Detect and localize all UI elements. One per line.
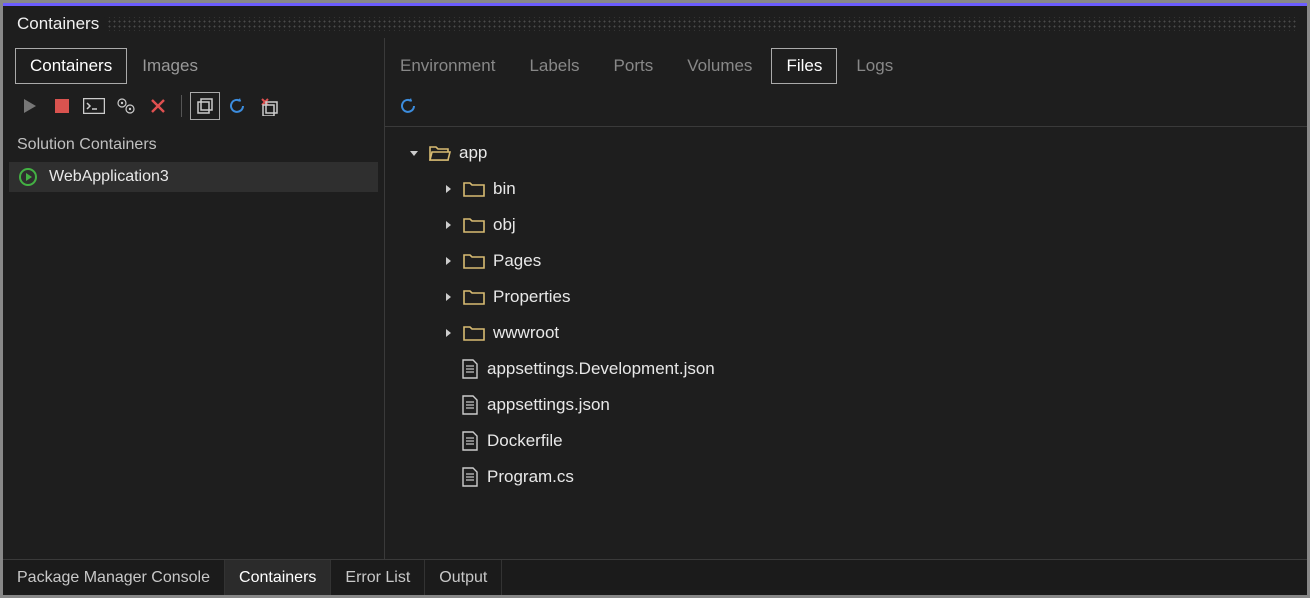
chevron-right-icon[interactable] [441,218,455,232]
tree-file-program-cs[interactable]: Program.cs [389,459,1303,495]
file-icon [461,359,479,379]
tree-label: app [459,143,487,163]
tab-labels[interactable]: Labels [514,48,594,84]
left-subtabs: Containers Images [3,38,384,88]
left-toolbar [3,88,384,126]
refresh-icon [398,96,418,116]
tab-volumes[interactable]: Volumes [672,48,767,84]
bottom-output-tabs: Package Manager Console Containers Error… [3,559,1307,595]
tree-label: Properties [493,287,570,307]
grip-dots[interactable] [107,17,1297,31]
files-toolbar [385,88,1307,126]
chevron-right-icon[interactable] [441,254,455,268]
container-item-label: WebApplication3 [49,168,169,186]
prune-button[interactable] [254,92,284,120]
stop-button[interactable] [47,92,77,120]
chevron-down-icon[interactable] [407,146,421,160]
tab-files[interactable]: Files [771,48,837,84]
tree-file-appsettings-dev[interactable]: appsettings.Development.json [389,351,1303,387]
play-icon [24,99,36,113]
tree-folder-bin[interactable]: bin [389,171,1303,207]
toolbar-separator [181,95,182,117]
bottom-tab-errorlist[interactable]: Error List [331,560,425,595]
bottom-tab-output[interactable]: Output [425,560,502,595]
file-tree[interactable]: app bin obj [385,126,1307,559]
folder-icon [463,324,485,342]
container-list: WebApplication3 [3,162,384,192]
chevron-right-icon[interactable] [441,326,455,340]
chevron-right-icon[interactable] [441,290,455,304]
tree-label: obj [493,215,516,235]
folder-icon [463,216,485,234]
tree-folder-obj[interactable]: obj [389,207,1303,243]
tree-label: Dockerfile [487,431,563,451]
tab-ports[interactable]: Ports [599,48,669,84]
panel-title: Containers [17,14,99,34]
refresh-button[interactable] [222,92,252,120]
tree-folder-wwwroot[interactable]: wwwroot [389,315,1303,351]
terminal-icon [83,98,105,114]
containers-right-column: Environment Labels Ports Volumes Files L… [385,38,1307,559]
tab-containers[interactable]: Containers [15,48,127,84]
tree-folder-properties[interactable]: Properties [389,279,1303,315]
tab-logs[interactable]: Logs [841,48,908,84]
settings-button[interactable] [111,92,141,120]
folder-icon [463,288,485,306]
stacked-squares-icon [195,96,215,116]
tree-label: Program.cs [487,467,574,487]
panel-title-row: Containers [3,6,1307,38]
stop-icon [55,99,69,113]
refresh-icon [227,96,247,116]
containers-left-column: Containers Images [3,38,385,559]
tree-folder-pages[interactable]: Pages [389,243,1303,279]
tree-label: bin [493,179,516,199]
bottom-tab-containers[interactable]: Containers [225,560,331,595]
folder-open-icon [429,144,451,162]
tree-file-appsettings[interactable]: appsettings.json [389,387,1303,423]
tree-file-dockerfile[interactable]: Dockerfile [389,423,1303,459]
tree-label: appsettings.Development.json [487,359,715,379]
chevron-right-icon[interactable] [441,182,455,196]
terminal-button[interactable] [79,92,109,120]
folder-icon [463,252,485,270]
file-icon [461,431,479,451]
running-status-icon [19,168,37,186]
prune-icon [258,96,280,116]
close-x-icon [150,98,166,114]
start-button[interactable] [15,92,45,120]
tab-images[interactable]: Images [127,48,213,84]
solution-containers-label: Solution Containers [3,126,384,162]
bottom-tab-pmc[interactable]: Package Manager Console [3,560,225,595]
show-all-containers-button[interactable] [190,92,220,120]
gear-icon [116,97,136,115]
delete-button[interactable] [143,92,173,120]
tree-label: Pages [493,251,541,271]
tree-folder-app[interactable]: app [389,135,1303,171]
tree-label: wwwroot [493,323,559,343]
container-item-webapplication3[interactable]: WebApplication3 [9,162,378,192]
file-icon [461,467,479,487]
tab-environment[interactable]: Environment [385,48,510,84]
files-refresh-button[interactable] [393,92,423,120]
file-icon [461,395,479,415]
folder-icon [463,180,485,198]
right-detail-tabs: Environment Labels Ports Volumes Files L… [385,38,1307,88]
tree-label: appsettings.json [487,395,610,415]
